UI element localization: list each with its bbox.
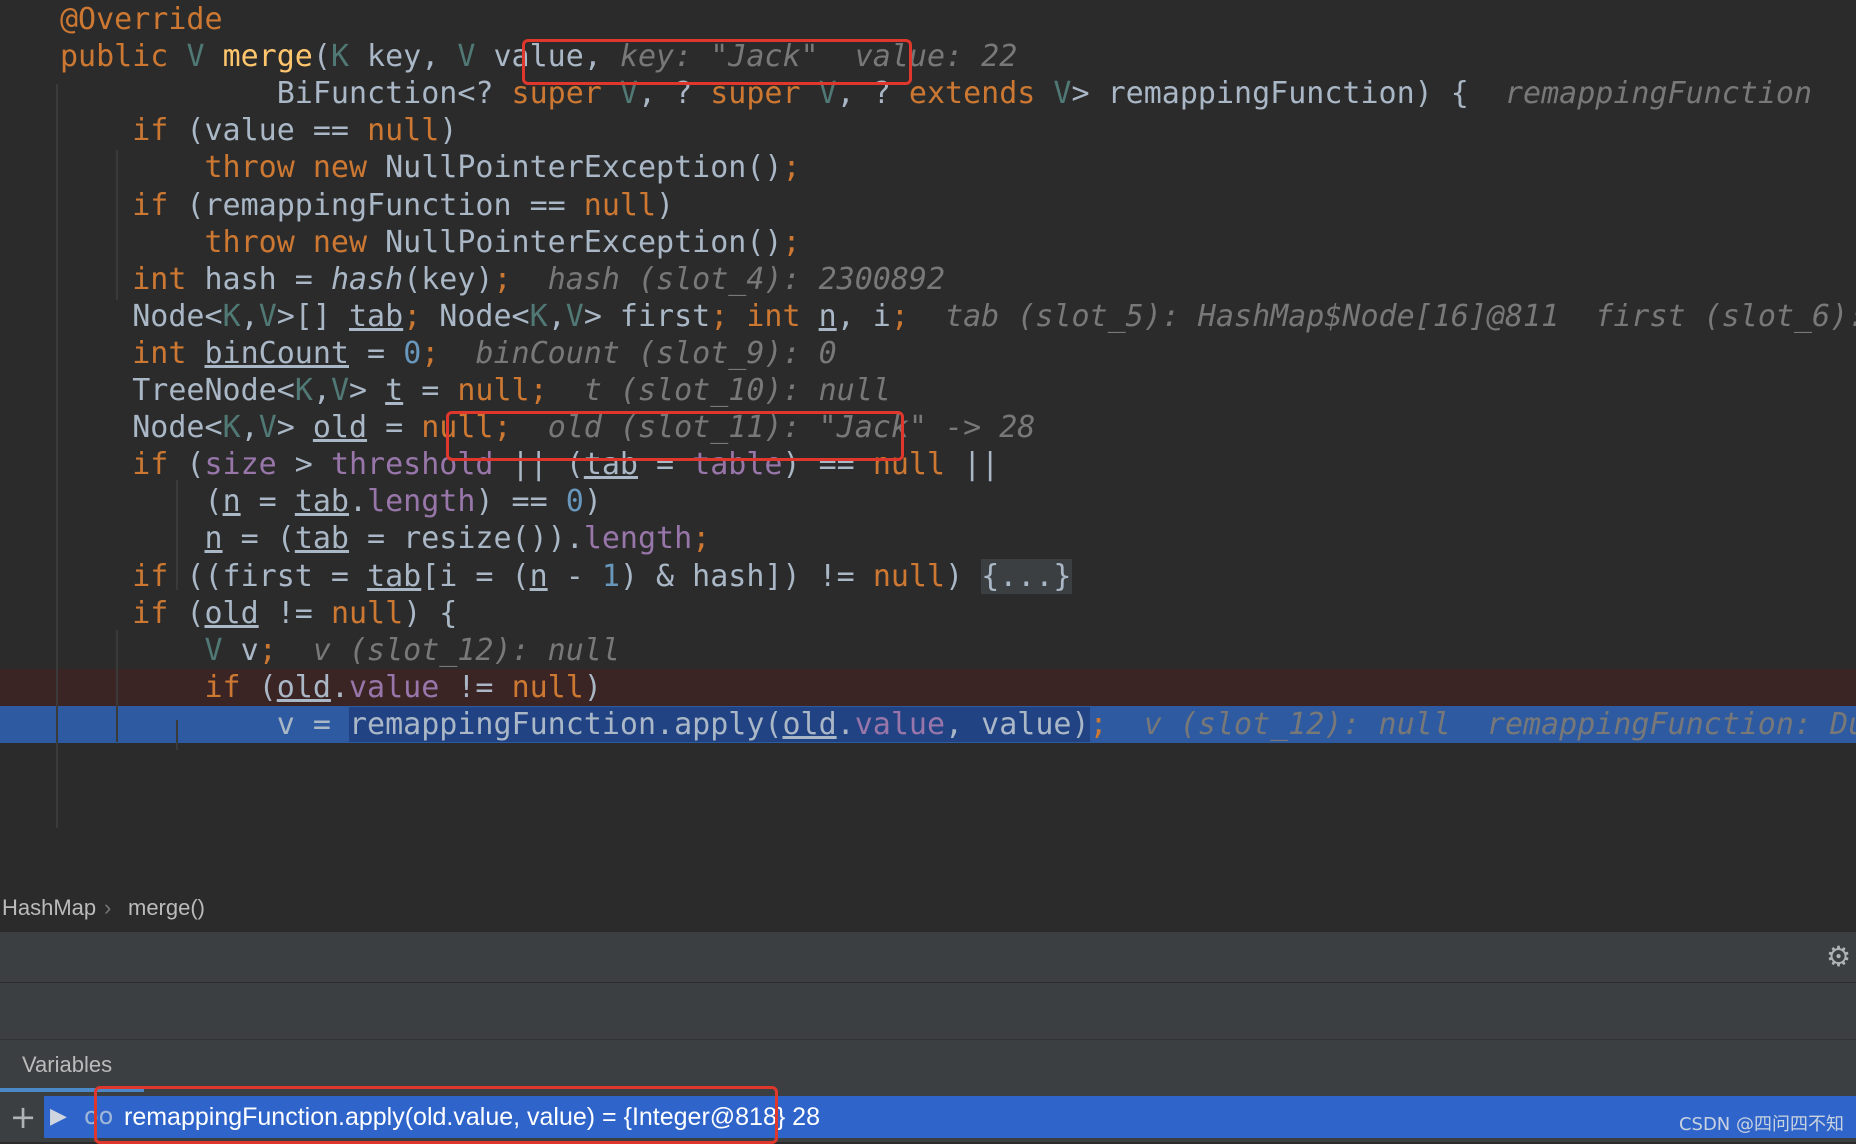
code-text: @Override (60, 2, 223, 37)
variables-header: Variables (0, 1040, 1856, 1092)
breadcrumb-method[interactable]: merge() (128, 884, 205, 932)
expand-arrow-icon[interactable]: ▶ (50, 1101, 67, 1133)
code-line[interactable]: n = (tab = resize()).length; (0, 520, 1856, 557)
watch-glasses-icon: oo (84, 1102, 114, 1130)
code-line[interactable]: if (remappingFunction == null) (0, 187, 1856, 224)
code-line[interactable]: (n = tab.length) == 0) (0, 483, 1856, 520)
indent-guide (116, 630, 118, 742)
code-text: V v; v (slot_12): null (204, 632, 620, 668)
code-line[interactable]: public V merge(K key, V value, key: "Jac… (0, 38, 1856, 75)
code-text: Node<K,V> old = null; old (slot_11): "Ja… (60, 410, 1036, 446)
indent-guide (56, 84, 58, 828)
code-line[interactable]: int binCount = 0; binCount (slot_9): 0 (0, 335, 1856, 372)
code-text: n = (tab = resize()).length; (204, 521, 711, 557)
code-line[interactable]: Node<K,V> old = null; old (slot_11): "Ja… (0, 409, 1856, 446)
code-text: v = remappingFunction.apply(old.value, v… (60, 706, 1856, 742)
code-line[interactable]: if (old.value != null) (0, 668, 1856, 706)
variables-list: + ▶ oo remappingFunction.apply(old.value… (0, 1086, 1856, 1144)
tab-variables-label: Variables (22, 1052, 113, 1077)
indent-guide (176, 480, 178, 590)
watermark: CSDN @四问四不知 (1678, 1114, 1844, 1135)
code-editor[interactable]: @Override public V merge(K key, V value, … (0, 0, 1856, 884)
code-line[interactable]: @Override (0, 1, 1856, 38)
breadcrumb-separator: › (104, 895, 112, 920)
code-text: if ((first = tab[i = (n - 1) & hash]) !=… (132, 558, 1072, 594)
code-line[interactable]: if (size > threshold || (tab = table) ==… (0, 446, 1856, 483)
add-watch-icon[interactable]: + (8, 1098, 38, 1136)
code-line[interactable]: throw new NullPointerException(); (0, 149, 1856, 186)
gear-icon[interactable]: ⚙ (1826, 942, 1856, 972)
code-line[interactable]: if ((first = tab[i = (n - 1) & hash]) !=… (0, 558, 1856, 595)
code-text: throw new NullPointerException(); (204, 224, 801, 260)
code-line[interactable]: if (old != null) { (0, 595, 1856, 632)
code-line[interactable]: int hash = hash(key); hash (slot_4): 230… (0, 261, 1856, 298)
code-text: if (size > threshold || (tab = table) ==… (132, 447, 1000, 483)
debug-toolbar: ⚙ (0, 932, 1856, 983)
code-line[interactable]: V v; v (slot_12): null (0, 632, 1856, 669)
breadcrumb-class[interactable]: HashMap (2, 884, 96, 932)
code-text: int binCount = 0; binCount (slot_9): 0 (132, 335, 837, 371)
code-text: public V merge(K key, V value, key: "Jac… (60, 39, 1018, 75)
code-text: TreeNode<K,V> t = null; t (slot_10): nul… (60, 373, 891, 408)
code-line[interactable]: BiFunction<? super V, ? super V, ? exten… (0, 75, 1856, 112)
debug-frames-area (0, 983, 1856, 1040)
code-text: int hash = hash(key); hash (slot_4): 230… (132, 261, 946, 297)
code-text: if (old.value != null) (204, 669, 602, 705)
code-line[interactable]: throw new NullPointerException(); (0, 224, 1856, 261)
code-text: throw new NullPointerException(); (204, 150, 801, 186)
watch-expression[interactable]: remappingFunction.apply(old.value, value… (124, 1100, 820, 1134)
code-text: if (old != null) { (132, 595, 458, 631)
code-line[interactable]: Node<K,V>[] tab; Node<K,V> first; int n,… (0, 298, 1856, 335)
code-text: Node<K,V>[] tab; Node<K,V> first; int n,… (60, 298, 1856, 334)
code-line[interactable]: if (value == null) (0, 112, 1856, 149)
indent-guide (116, 222, 118, 297)
code-line[interactable]: v = remappingFunction.apply(old.value, v… (0, 705, 1856, 743)
breadcrumb: HashMap › merge() (0, 884, 1856, 932)
code-text: BiFunction<? super V, ? super V, ? exten… (60, 76, 1813, 112)
indent-guide (176, 720, 178, 750)
tab-variables[interactable]: Variables (0, 1040, 144, 1092)
code-text: if (remappingFunction == null) (132, 187, 675, 223)
code-line[interactable]: TreeNode<K,V> t = null; t (slot_10): nul… (0, 372, 1856, 409)
code-text: (n = tab.length) == 0) (60, 484, 602, 520)
code-text: if (value == null) (132, 113, 458, 149)
watch-row[interactable]: ▶ oo remappingFunction.apply(old.value, … (44, 1096, 1856, 1138)
